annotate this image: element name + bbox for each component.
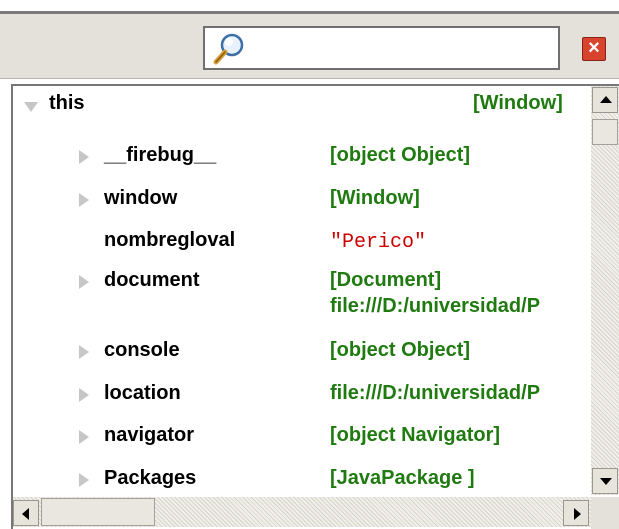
tree-value-string: "Perico" [330, 231, 427, 254]
tree-key: Packages [104, 467, 197, 489]
tree-key: __firebug__ [104, 144, 217, 166]
magnifier-icon [213, 33, 244, 65]
tree-value: [Window] [330, 187, 420, 209]
tree-value: file:///D:/universidad/P [330, 382, 541, 404]
tree-value: [Document] [330, 269, 442, 291]
tree-key: nombregloval [104, 229, 236, 251]
triangle-right-icon[interactable] [79, 388, 89, 402]
vertical-scroll-thumb[interactable] [592, 119, 618, 145]
tree-value: [object Navigator] [330, 424, 501, 446]
tree-value: [JavaPackage ] [330, 467, 475, 489]
tree-row[interactable]: console [object Object] [13, 339, 593, 369]
arrow-right-icon [574, 508, 581, 520]
tree-value: [Window] [473, 92, 563, 114]
tree-row[interactable]: Packages [JavaPackage ] [13, 467, 593, 497]
search-box[interactable] [203, 26, 560, 70]
tree-row[interactable]: __firebug__ [object Object] [13, 144, 593, 174]
tree-key: navigator [104, 424, 195, 446]
arrow-left-icon [22, 508, 29, 520]
tree-key: location [104, 382, 181, 404]
tree-row[interactable]: document [Document] file:///D:/universid… [13, 269, 593, 327]
tree-row-root[interactable]: this [Window] [13, 92, 593, 122]
tree-row[interactable]: nombregloval "Perico" [13, 229, 593, 259]
arrow-down-icon [600, 478, 612, 485]
scroll-down-button[interactable] [592, 468, 618, 494]
triangle-right-icon[interactable] [79, 430, 89, 444]
triangle-right-icon[interactable] [79, 345, 89, 359]
tree-key: document [104, 269, 200, 291]
horizontal-scroll-thumb[interactable] [41, 498, 155, 526]
tree-row[interactable]: window [Window] [13, 187, 593, 217]
tree-key: window [104, 187, 178, 209]
vertical-scrollbar[interactable] [591, 86, 619, 495]
tree-value: [object Object] [330, 144, 471, 166]
tree-row[interactable]: navigator [object Navigator] [13, 424, 593, 454]
arrow-up-icon [600, 96, 612, 103]
triangle-right-icon[interactable] [79, 275, 89, 289]
tree-row[interactable]: location file:///D:/universidad/P [13, 382, 593, 412]
tree-key: console [104, 339, 180, 361]
scroll-up-button[interactable] [592, 87, 618, 113]
triangle-down-icon[interactable] [24, 102, 38, 112]
triangle-right-icon[interactable] [79, 150, 89, 164]
search-input[interactable] [251, 32, 555, 66]
triangle-right-icon[interactable] [79, 473, 89, 487]
scrollbar-corner [591, 497, 619, 529]
close-button[interactable]: × [582, 37, 606, 61]
scroll-left-button[interactable] [13, 500, 39, 526]
tree-value: [object Object] [330, 339, 471, 361]
triangle-right-icon[interactable] [79, 193, 89, 207]
tree-value-line2: file:///D:/universidad/P [330, 295, 541, 317]
close-icon: × [588, 37, 600, 59]
scroll-right-button[interactable] [563, 500, 589, 526]
dom-tree-panel: this [Window] __firebug__ [object Object… [11, 84, 619, 529]
tree-key: this [49, 92, 85, 114]
